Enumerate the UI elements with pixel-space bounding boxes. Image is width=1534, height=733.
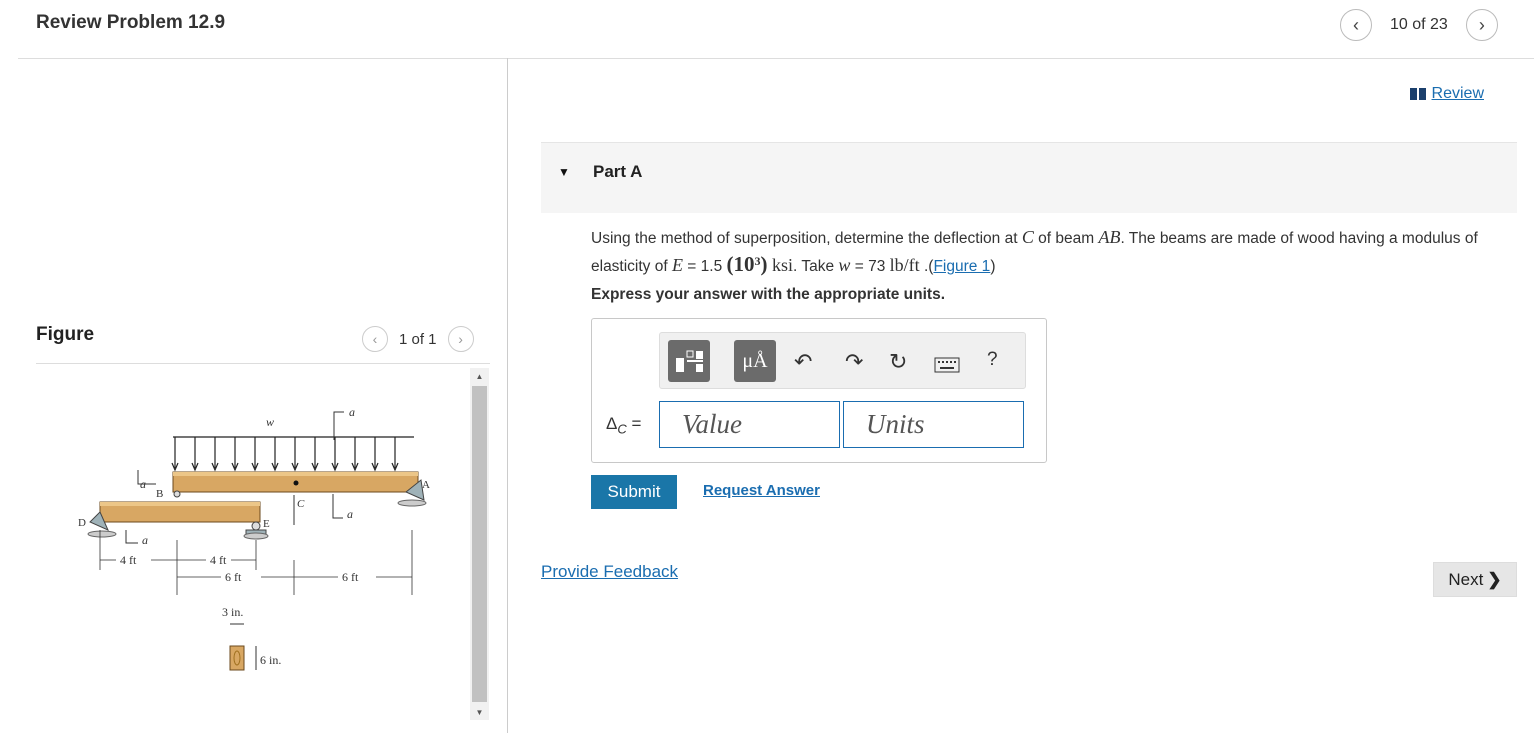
- page-title: Review Problem 12.9: [36, 12, 226, 33]
- dim-6ft-1: 6 ft: [225, 570, 242, 584]
- templates-button[interactable]: [668, 340, 710, 382]
- figure-heading: Figure: [36, 324, 95, 345]
- instruction-text: Express your answer with the appropriate…: [591, 286, 946, 303]
- answer-box: μÅ ↶ ↷ ↻ ? ΔC = Value Units: [591, 318, 1047, 463]
- undo-icon[interactable]: ↶: [794, 349, 812, 375]
- redo-icon[interactable]: ↷: [845, 349, 863, 375]
- keyboard-icon[interactable]: [934, 353, 960, 379]
- next-figure-button[interactable]: ›: [447, 326, 474, 352]
- distributed-load: [171, 436, 414, 472]
- chevron-left-icon: ‹: [1353, 14, 1359, 35]
- label-d: D: [78, 517, 86, 529]
- submit-button[interactable]: Submit: [591, 475, 677, 509]
- part-title: Part A: [593, 162, 643, 181]
- answer-label: ΔC =: [606, 414, 642, 437]
- scroll-down-icon[interactable]: ▼: [470, 704, 489, 720]
- figure-link[interactable]: Figure 1: [933, 258, 990, 275]
- next-button[interactable]: Next ❯: [1433, 562, 1517, 597]
- template-icon: [676, 350, 703, 372]
- header-divider: [18, 58, 1534, 59]
- chevron-right-icon: ❯: [1487, 569, 1502, 589]
- reset-icon[interactable]: ↻: [889, 349, 907, 375]
- book-icon: [1409, 88, 1426, 100]
- label-a-bottom: a: [142, 533, 148, 547]
- part-header[interactable]: ▼ Part A: [541, 142, 1517, 213]
- label-w: w: [266, 415, 274, 429]
- request-answer-link[interactable]: Request Answer: [703, 482, 820, 499]
- point-c: [293, 480, 299, 486]
- figure-pager: ‹ 1 of 1 ›: [362, 326, 474, 352]
- units-input[interactable]: Units: [843, 401, 1024, 448]
- dim-3in: 3 in.: [222, 605, 243, 619]
- label-a-support: A: [422, 479, 430, 491]
- question-text: Using the method of superposition, deter…: [591, 227, 1478, 277]
- label-c: C: [297, 498, 305, 510]
- beam-diagram: w a a B A C a D E a 4 ft 4 ft 6 ft 6 ft: [78, 405, 430, 671]
- value-input[interactable]: Value: [659, 401, 840, 448]
- figure-scrollbar[interactable]: ▲ ▼: [470, 368, 489, 720]
- previous-problem-button[interactable]: ‹: [1340, 9, 1372, 41]
- panel-divider: [507, 58, 508, 733]
- scroll-up-icon[interactable]: ▲: [470, 368, 489, 384]
- dim-6ft-2: 6 ft: [342, 570, 359, 584]
- chevron-right-icon: ›: [1478, 14, 1485, 35]
- label-a-top: a: [349, 405, 355, 419]
- review-link[interactable]: Review: [1409, 85, 1484, 103]
- scroll-thumb[interactable]: [472, 386, 487, 702]
- previous-figure-button[interactable]: ‹: [362, 326, 388, 352]
- label-e: E: [263, 518, 270, 530]
- math-toolbar: μÅ ↶ ↷ ↻ ?: [659, 332, 1026, 389]
- figure-divider: [36, 363, 490, 364]
- next-label: Next: [1448, 569, 1484, 589]
- caret-down-icon[interactable]: ▼: [558, 165, 570, 179]
- figure-counter: 1 of 1: [399, 330, 437, 348]
- dim-4ft-2: 4 ft: [210, 553, 227, 567]
- review-label: Review: [1431, 85, 1484, 102]
- units-button[interactable]: μÅ: [734, 340, 776, 382]
- dim-4ft-1: 4 ft: [120, 553, 137, 567]
- label-a-right: a: [347, 507, 353, 521]
- units-glyph: μÅ: [742, 349, 768, 372]
- next-problem-button[interactable]: ›: [1465, 9, 1498, 41]
- problem-counter: 10 of 23: [1390, 16, 1448, 33]
- beam-cross-section: [229, 645, 245, 671]
- label-a-left: a: [140, 477, 146, 491]
- provide-feedback-link[interactable]: Provide Feedback: [541, 562, 678, 582]
- dim-6in: 6 in.: [260, 653, 281, 667]
- help-icon[interactable]: ?: [987, 349, 998, 371]
- chevron-right-icon: ›: [458, 331, 463, 347]
- problem-pager: ‹ 10 of 23 ›: [1340, 9, 1498, 41]
- chevron-left-icon: ‹: [372, 331, 378, 347]
- label-b: B: [156, 488, 163, 500]
